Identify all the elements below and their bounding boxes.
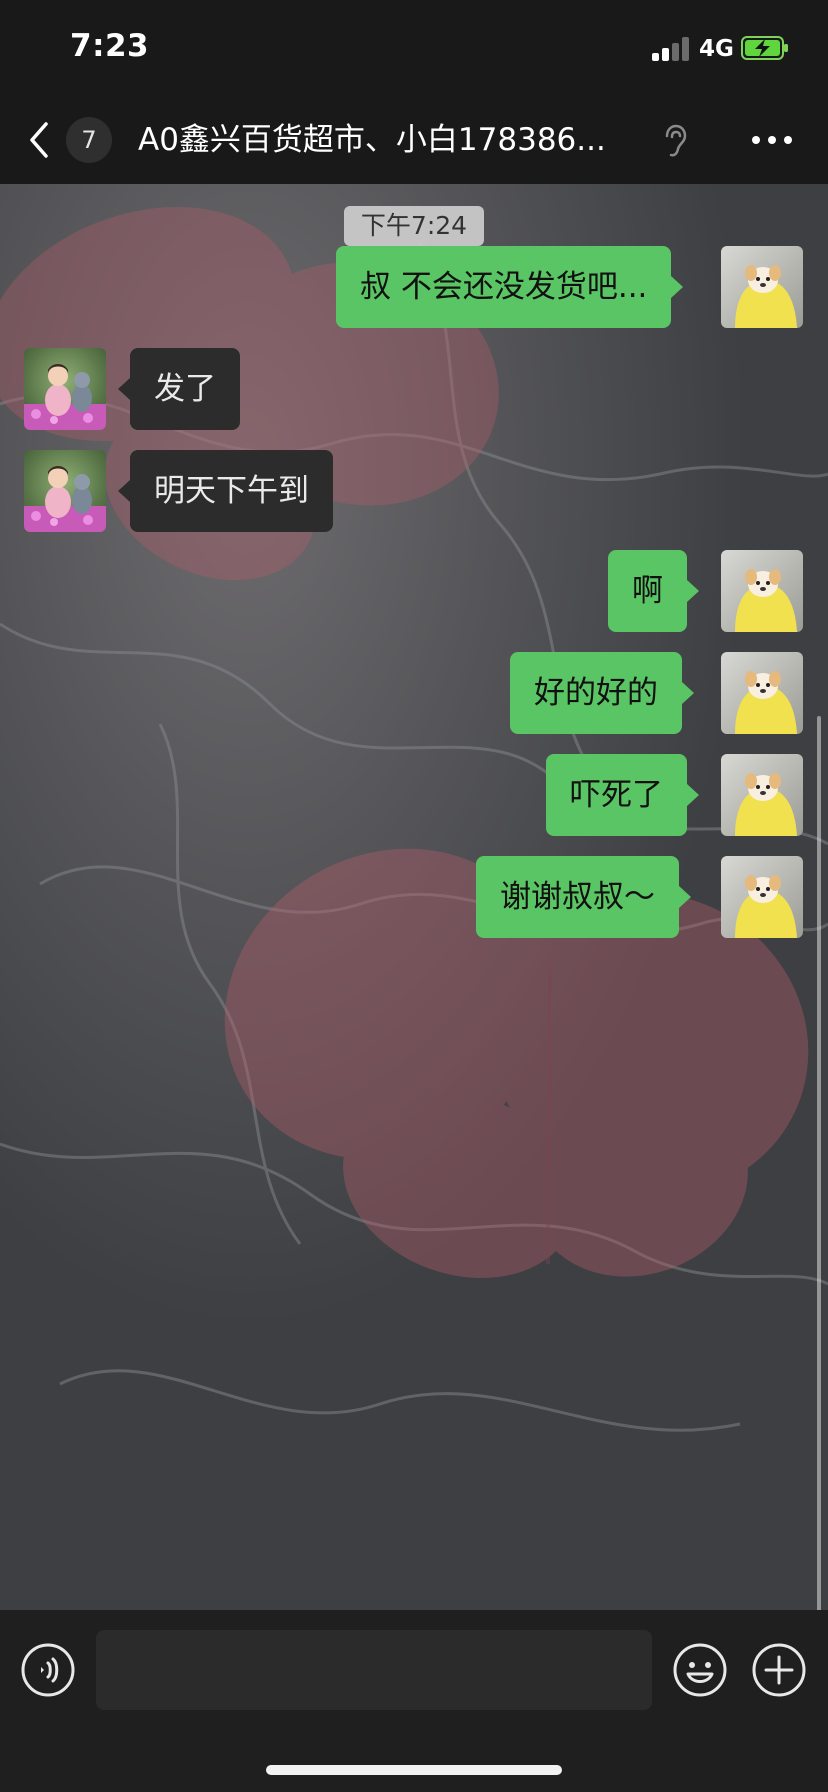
plus-circle-icon[interactable] xyxy=(751,1642,807,1698)
status-time: 7:23 xyxy=(70,28,150,64)
my-avatar[interactable] xyxy=(721,856,803,938)
message-bubble-incoming[interactable]: 明天下午到 xyxy=(118,450,333,532)
more-dots-icon[interactable] xyxy=(748,126,796,154)
dog-avatar-icon xyxy=(721,246,803,328)
chat-screen: 7:23 4G 7 A0鑫兴百货超市、小白178386... 下午7:24 叔 … xyxy=(0,0,828,1792)
my-avatar[interactable] xyxy=(721,550,803,632)
input-bar xyxy=(0,1610,828,1792)
unread-count-badge[interactable]: 7 xyxy=(66,117,112,163)
contact-avatar[interactable] xyxy=(24,348,106,430)
home-indicator[interactable] xyxy=(266,1765,562,1775)
network-label: 4G xyxy=(699,36,734,62)
my-avatar[interactable] xyxy=(721,754,803,836)
emoji-icon[interactable] xyxy=(672,1642,728,1698)
message-bubble-outgoing[interactable]: 好的好的 xyxy=(510,652,694,734)
my-avatar[interactable] xyxy=(721,652,803,734)
girl-avatar-icon xyxy=(24,450,106,532)
signal-bars-icon xyxy=(652,37,690,61)
status-bar: 7:23 4G xyxy=(0,0,828,96)
chat-header: 7 A0鑫兴百货超市、小白178386... xyxy=(0,96,828,184)
dog-avatar-icon xyxy=(721,652,803,734)
voice-icon[interactable] xyxy=(20,1642,76,1698)
girl-avatar-icon xyxy=(24,348,106,430)
chat-timestamp: 下午7:24 xyxy=(344,206,484,246)
my-avatar[interactable] xyxy=(721,246,803,328)
chat-title: A0鑫兴百货超市、小白178386... xyxy=(138,122,606,158)
message-bubble-outgoing[interactable]: 啊 xyxy=(608,550,699,632)
chevron-left-icon[interactable] xyxy=(26,120,56,160)
message-bubble-incoming[interactable]: 发了 xyxy=(118,348,240,430)
battery-charging-icon xyxy=(741,36,788,60)
scrollbar[interactable] xyxy=(817,716,821,1610)
message-input[interactable] xyxy=(96,1630,652,1710)
dog-avatar-icon xyxy=(721,754,803,836)
dog-avatar-icon xyxy=(721,550,803,632)
contact-avatar[interactable] xyxy=(24,450,106,532)
message-bubble-outgoing[interactable]: 谢谢叔叔～ xyxy=(476,856,691,938)
dog-avatar-icon xyxy=(721,856,803,938)
message-list[interactable]: 下午7:24 叔 不会还没发货吧... 发了 明天下午到 啊 好的好的 吓死了 … xyxy=(0,184,828,1610)
message-bubble-outgoing[interactable]: 叔 不会还没发货吧... xyxy=(336,246,684,328)
message-bubble-outgoing[interactable]: 吓死了 xyxy=(546,754,699,836)
ear-icon xyxy=(665,124,687,157)
